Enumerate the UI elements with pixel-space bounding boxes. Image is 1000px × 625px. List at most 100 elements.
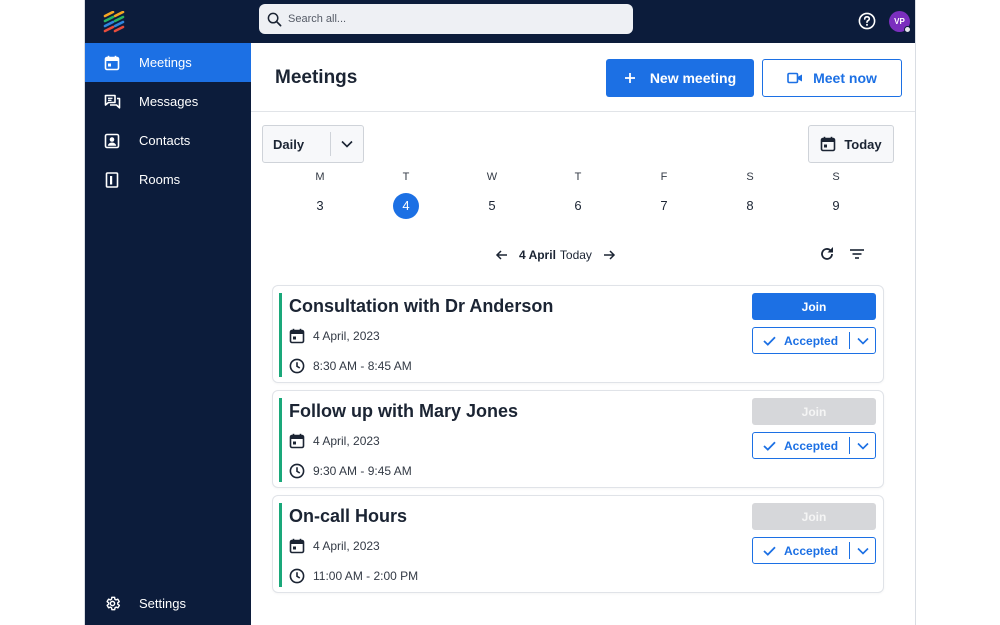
calendar-icon — [289, 328, 305, 344]
new-meeting-button[interactable]: New meeting — [606, 59, 754, 97]
weekday-letter: M — [315, 171, 325, 183]
sidebar: Meetings Messages Contacts Rooms Setting… — [85, 43, 251, 625]
calendar-icon — [103, 54, 121, 72]
chevron-down-icon[interactable] — [850, 547, 875, 555]
meeting-title: On-call Hours — [289, 506, 408, 526]
user-avatar[interactable]: VP — [889, 11, 911, 33]
plus-icon — [624, 73, 635, 83]
app-window: VP Meetings Messages Contacts — [84, 0, 916, 625]
sidebar-item-label: Contacts — [139, 133, 191, 148]
chevron-down-icon[interactable] — [850, 337, 875, 345]
presence-indicator — [904, 26, 911, 33]
meeting-date-row: 4 April, 2023 — [289, 538, 380, 554]
meeting-date: 4 April, 2023 — [313, 434, 380, 448]
clock-icon — [289, 568, 305, 584]
avatar-initials: VP — [894, 17, 905, 26]
calendar-icon — [289, 538, 305, 554]
today-label: Today — [844, 136, 882, 152]
door-icon — [103, 171, 121, 189]
arrow-right-icon[interactable] — [602, 248, 616, 262]
sidebar-item-messages[interactable]: Messages — [85, 82, 251, 121]
sidebar-item-meetings[interactable]: Meetings — [85, 43, 251, 82]
day-column-sun: S 9 — [816, 171, 856, 219]
weekday-letter: T — [574, 171, 582, 183]
filter-icon[interactable] — [848, 245, 866, 263]
meeting-time: 11:00 AM - 2:00 PM — [313, 569, 419, 583]
meet-now-label: Meet now — [813, 70, 877, 86]
meeting-card[interactable]: On-call Hours 4 April, 2023 11:00 AM - 2… — [272, 495, 884, 593]
day-column-fri: F 7 — [644, 171, 684, 219]
chevron-down-icon[interactable] — [850, 442, 875, 450]
meeting-title: Consultation with Dr Anderson — [289, 296, 554, 316]
meetings-content: Daily Today M 3 T 4 W 5 T 6 F 7 S 8 S 9 … — [251, 113, 915, 625]
sidebar-item-label: Rooms — [139, 172, 181, 187]
checkmark-icon — [763, 546, 776, 556]
main-panel: Meetings New meeting Meet now Daily Toda… — [251, 43, 915, 625]
join-button-disabled: Join — [752, 503, 876, 530]
meeting-time-row: 11:00 AM - 2:00 PM — [289, 568, 418, 584]
chevron-down-icon — [331, 140, 363, 148]
gear-icon — [103, 595, 121, 613]
contact-card-icon — [103, 132, 121, 150]
clock-icon — [289, 463, 305, 479]
join-button[interactable]: Join — [752, 293, 876, 320]
main-header: Meetings New meeting Meet now — [251, 43, 915, 112]
rsvp-status: Accepted — [753, 334, 849, 348]
sidebar-item-rooms[interactable]: Rooms — [85, 160, 251, 199]
weekday-letter: W — [486, 171, 498, 183]
sidebar-item-label: Messages — [139, 94, 199, 109]
meeting-time: 9:30 AM - 9:45 AM — [313, 464, 412, 478]
video-camera-icon — [787, 72, 803, 84]
current-date: 4 April — [519, 248, 556, 262]
day-number[interactable]: 6 — [565, 193, 591, 219]
weekday-letter: S — [746, 171, 754, 183]
day-number[interactable]: 8 — [737, 193, 763, 219]
checkmark-icon — [763, 336, 776, 346]
meet-now-button[interactable]: Meet now — [762, 59, 902, 97]
day-number[interactable]: 9 — [823, 193, 849, 219]
rsvp-status: Accepted — [753, 544, 849, 558]
rsvp-status-button[interactable]: Accepted — [752, 432, 876, 459]
meeting-title: Follow up with Mary Jones — [289, 401, 519, 421]
current-date-suffix: Today — [559, 248, 592, 262]
sidebar-item-contacts[interactable]: Contacts — [85, 121, 251, 160]
arrow-left-icon[interactable] — [495, 248, 509, 262]
meeting-date-row: 4 April, 2023 — [289, 433, 380, 449]
rsvp-status-button[interactable]: Accepted — [752, 327, 876, 354]
meeting-time-row: 9:30 AM - 9:45 AM — [289, 463, 412, 479]
day-column-sat: S 8 — [730, 171, 770, 219]
search-input[interactable] — [288, 13, 608, 25]
clock-icon — [289, 358, 305, 374]
meeting-time-row: 8:30 AM - 8:45 AM — [289, 358, 412, 374]
day-column-wed: W 5 — [472, 171, 512, 219]
weekday-letter: T — [402, 171, 410, 183]
sidebar-item-settings[interactable]: Settings — [85, 584, 251, 623]
refresh-icon[interactable] — [818, 245, 836, 263]
day-column-thu: T 6 — [558, 171, 598, 219]
app-logo[interactable] — [103, 11, 125, 33]
meeting-card[interactable]: Follow up with Mary Jones 4 April, 2023 … — [272, 390, 884, 488]
day-number-selected[interactable]: 4 — [393, 193, 419, 219]
page-title: Meetings — [275, 67, 358, 88]
search-box[interactable] — [259, 4, 633, 34]
view-select[interactable]: Daily — [262, 125, 364, 163]
chat-icon — [103, 93, 121, 111]
date-navigator: 4 April Today — [495, 245, 616, 265]
sidebar-item-label: Meetings — [139, 55, 192, 70]
today-button[interactable]: Today — [808, 125, 894, 163]
day-number[interactable]: 7 — [651, 193, 677, 219]
join-button-disabled: Join — [752, 398, 876, 425]
weekday-letter: S — [832, 171, 840, 183]
sidebar-item-label: Settings — [139, 596, 186, 611]
day-number[interactable]: 3 — [307, 193, 333, 219]
search-icon — [267, 12, 282, 26]
meeting-accent-bar — [279, 503, 282, 587]
day-column-mon: M 3 — [300, 171, 340, 219]
checkmark-icon — [763, 441, 776, 451]
rsvp-status-button[interactable]: Accepted — [752, 537, 876, 564]
meeting-card[interactable]: Consultation with Dr Anderson 4 April, 2… — [272, 285, 884, 383]
day-number[interactable]: 5 — [479, 193, 505, 219]
help-icon[interactable] — [858, 12, 876, 30]
rsvp-status: Accepted — [753, 439, 849, 453]
meeting-accent-bar — [279, 398, 282, 482]
